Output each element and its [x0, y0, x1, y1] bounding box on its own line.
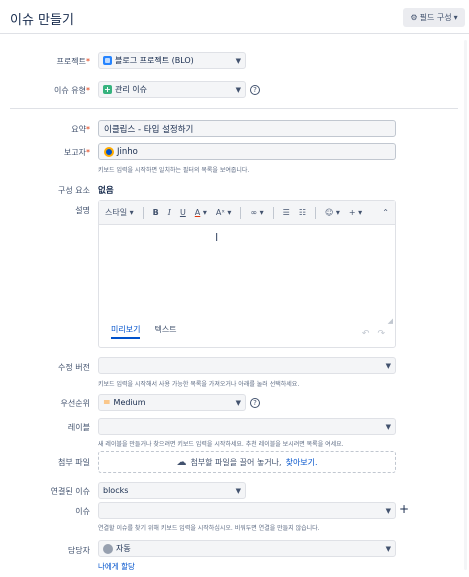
chevron-down-icon: ▼ — [235, 85, 241, 94]
user-avatar-icon — [103, 543, 113, 554]
tab-preview[interactable]: 미리보기 — [111, 324, 141, 339]
insert-more-icon[interactable]: + ▾ — [349, 208, 362, 217]
linked-issue-select[interactable]: ▼ — [98, 502, 396, 519]
configure-fields-label: 필드 구성 — [419, 13, 452, 22]
priority-medium-icon: = — [103, 397, 111, 408]
priority-value: Medium — [113, 398, 146, 407]
tab-text[interactable]: 텍스트 — [154, 324, 176, 339]
reporter-value: Jinho — [117, 146, 138, 157]
resize-handle-icon[interactable]: ◢ — [388, 317, 393, 325]
attachment-label: 첨부 파일 — [58, 458, 90, 467]
attachment-text: 첨부할 파일을 끌어 놓거나, — [190, 457, 282, 467]
chevron-down-icon: ▼ — [385, 506, 391, 515]
summary-input[interactable]: 이클립스 - 타입 설정하기 — [98, 120, 396, 137]
redo-icon[interactable]: ↷ — [377, 329, 385, 339]
issue-type-select[interactable]: + 관리 이슈 ▼ — [98, 81, 246, 98]
component-label: 구성 요소 — [58, 186, 90, 195]
priority-label: 우선순위 — [60, 399, 90, 408]
italic-button[interactable]: I — [168, 208, 171, 217]
assignee-label: 담당자 — [67, 546, 90, 555]
assignee-value: 자동 — [116, 544, 131, 553]
issue-label: 이슈 — [75, 507, 90, 516]
priority-select[interactable]: = Medium ▼ — [98, 394, 246, 411]
labels-select[interactable]: ▼ — [98, 418, 396, 435]
fix-version-help: 키보드 입력을 시작해서 사용 가능한 목록을 가져오거나 아래를 눌러 선택하… — [98, 381, 300, 388]
issue-type-value: 관리 이슈 — [115, 85, 147, 94]
configure-fields-button[interactable]: ⚙ 필드 구성 ▾ — [403, 8, 465, 27]
chevron-down-icon: ▼ — [385, 422, 391, 431]
toolbar-separator — [315, 206, 317, 219]
emoji-icon[interactable]: ☺ ▾ — [325, 208, 340, 217]
chevron-down-icon: ▼ — [235, 486, 241, 495]
toolbar-separator — [272, 206, 274, 219]
project-label: 프로젝트* — [56, 57, 90, 66]
link-type-value: blocks — [103, 486, 129, 495]
divider — [10, 108, 458, 109]
user-avatar-icon — [104, 146, 114, 157]
component-value: 없음 — [98, 186, 114, 196]
project-avatar-icon — [103, 56, 112, 65]
chevron-down-icon: ▼ — [385, 361, 391, 370]
gear-icon: ⚙ — [410, 13, 418, 22]
reporter-input[interactable]: Jinho — [98, 143, 396, 160]
labels-label: 레이블 — [67, 423, 90, 432]
description-label: 설명 — [75, 206, 90, 215]
assignee-select[interactable]: 자동 ▼ — [98, 540, 396, 557]
fix-version-select[interactable]: ▼ — [98, 357, 396, 374]
reporter-help: 키보드 입력을 시작하면 일치하는 필터의 목록을 보여줍니다. — [98, 167, 250, 174]
text-color-button[interactable]: A ▾ — [195, 208, 207, 217]
task-type-icon: + — [103, 85, 112, 94]
project-value: 블로그 프로젝트 (BLO) — [115, 56, 194, 65]
attachment-dropzone[interactable]: ☁ 첨부할 파일을 끌어 놓거나, 찾아보기. — [98, 451, 396, 473]
chevron-down-icon: ▼ — [385, 544, 391, 553]
assign-to-me-link[interactable]: 나에게 할당 — [98, 561, 135, 572]
more-formatting-button[interactable]: Aˣ ▾ — [216, 208, 232, 217]
link-type-select[interactable]: blocks ▼ — [98, 482, 246, 499]
undo-redo-group: ↶ ↷ — [362, 329, 385, 339]
bold-button[interactable]: B — [153, 208, 159, 217]
text-cursor-icon: I — [215, 231, 219, 244]
text-style-dropdown[interactable]: 스타일 ▾ — [105, 207, 134, 218]
fix-version-label: 수정 버전 — [58, 363, 90, 372]
dialog-header: 이슈 만들기 ⚙ 필드 구성 ▾ — [0, 0, 469, 34]
collapse-toolbar-icon[interactable]: ⌃ — [382, 208, 389, 217]
description-editor[interactable]: 스타일 ▾ B I U A ▾ Aˣ ▾ ∞ ▾ ☰ ☷ ☺ ▾ + ▾ ⌃ I… — [98, 200, 396, 348]
scrollbar[interactable] — [464, 40, 467, 570]
chevron-down-icon: ▼ — [235, 398, 241, 407]
issue-help: 연결할 이슈를 찾기 위해 키보드 입력을 시작하십시오. 비워두면 연결을 만… — [98, 525, 320, 532]
dialog-title: 이슈 만들기 — [10, 13, 74, 28]
link-icon[interactable]: ∞ ▾ — [250, 208, 263, 217]
undo-icon[interactable]: ↶ — [362, 329, 370, 339]
issue-type-label: 이슈 유형* — [54, 86, 90, 95]
chevron-down-icon: ▾ — [453, 13, 458, 22]
toolbar-separator — [240, 206, 242, 219]
chevron-down-icon: ▼ — [235, 56, 241, 65]
labels-help: 새 레이블을 만들거나 찾으려면 키보드 입력을 시작하세요. 추천 레이블을 … — [98, 441, 344, 448]
help-icon[interactable]: ? — [250, 85, 260, 95]
editor-mode-tabs: 미리보기 텍스트 — [111, 324, 177, 339]
upload-cloud-icon: ☁ — [176, 456, 187, 468]
underline-button[interactable]: U — [180, 208, 186, 217]
bullet-list-icon[interactable]: ☰ — [283, 208, 290, 217]
linked-issue-label: 연결된 이슈 — [50, 487, 90, 496]
browse-link[interactable]: 찾아보기. — [286, 457, 318, 468]
help-icon[interactable]: ? — [250, 398, 260, 408]
toolbar-separator — [142, 206, 144, 219]
project-select[interactable]: 블로그 프로젝트 (BLO) ▼ — [98, 52, 246, 69]
reporter-label: 보고자* — [63, 148, 90, 157]
editor-toolbar: 스타일 ▾ B I U A ▾ Aˣ ▾ ∞ ▾ ☰ ☷ ☺ ▾ + ▾ ⌃ — [99, 201, 395, 225]
numbered-list-icon[interactable]: ☷ — [299, 208, 306, 217]
summary-label: 요약* — [71, 125, 90, 134]
add-link-icon[interactable]: + — [399, 502, 409, 516]
